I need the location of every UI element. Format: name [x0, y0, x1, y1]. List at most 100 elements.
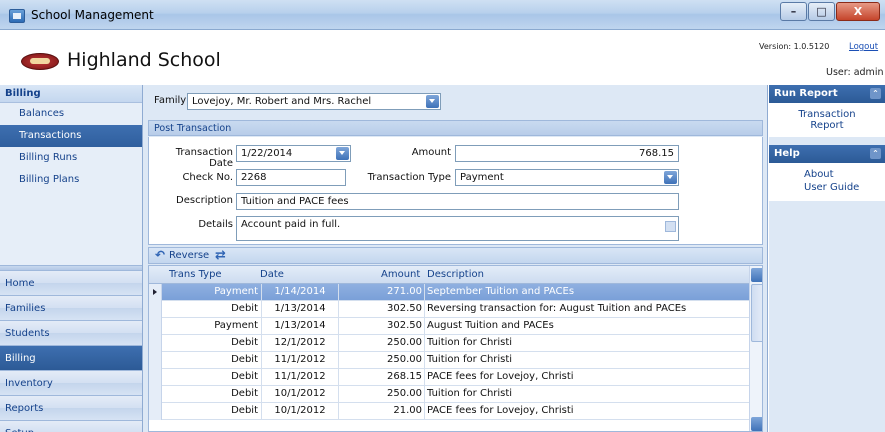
cell-trans-type: Debit: [231, 405, 258, 416]
window-title: School Management: [31, 8, 154, 22]
table-row[interactable]: Debit 11/1/2012 268.15 PACE fees for Lovejo…: [149, 369, 749, 386]
amount-field[interactable]: 768.15: [455, 145, 679, 162]
title-bar: School Management – □ X: [0, 0, 885, 30]
cell-amount: 302.50: [387, 320, 422, 331]
window-controls: – □ X: [779, 2, 880, 21]
transaction-date-picker[interactable]: 1/22/2014: [236, 145, 351, 162]
collapse-icon[interactable]: ⌃: [870, 88, 881, 99]
column-divider: [424, 352, 425, 369]
school-logo-icon: [21, 53, 59, 70]
row-indicator[interactable]: [149, 335, 162, 352]
column-header-description[interactable]: Description: [427, 269, 484, 280]
family-select[interactable]: Lovejoy, Mr. Robert and Mrs. Rachel: [187, 93, 441, 110]
cell-date: 12/1/2012: [274, 337, 326, 348]
run-report-title: Run Report: [774, 88, 838, 99]
help-title: Help: [774, 148, 800, 159]
section-inventory[interactable]: Inventory: [0, 371, 142, 396]
column-divider: [424, 335, 425, 352]
run-report-header[interactable]: Run Report ⌃: [769, 85, 885, 103]
reverse-button[interactable]: Reverse: [155, 248, 209, 262]
cell-trans-type: Debit: [231, 371, 258, 382]
row-indicator[interactable]: [149, 284, 162, 301]
transaction-date-label: Transaction Date: [175, 147, 233, 169]
scroll-thumb[interactable]: [751, 284, 762, 342]
user-guide-link[interactable]: User Guide: [769, 182, 885, 193]
minimize-button[interactable]: –: [780, 2, 807, 21]
family-select-value: Lovejoy, Mr. Robert and Mrs. Rachel: [192, 96, 372, 107]
table-row[interactable]: Debit 10/1/2012 21.00 PACE fees for Lovejoy…: [149, 403, 749, 420]
close-button[interactable]: X: [836, 2, 880, 21]
description-field[interactable]: Tuition and PACE fees: [236, 193, 679, 210]
table-row[interactable]: Payment 1/14/2014 271.00 September Tuition …: [149, 284, 749, 301]
logout-link[interactable]: Logout: [849, 42, 878, 52]
help-header[interactable]: Help ⌃: [769, 145, 885, 163]
nav-item-billing-plans[interactable]: Billing Plans: [0, 169, 142, 191]
cell-description: Tuition for Christi: [427, 354, 513, 365]
maximize-button[interactable]: □: [808, 2, 835, 21]
scroll-down-icon[interactable]: [751, 417, 762, 431]
nav-item-balances[interactable]: Balances: [0, 103, 142, 125]
run-report-body: Transaction Report: [769, 103, 885, 137]
column-header-amount[interactable]: Amount: [381, 269, 420, 280]
column-header-trans-type[interactable]: Trans Type: [169, 269, 222, 280]
transaction-date-value: 1/22/2014: [241, 148, 293, 159]
nav-item-transactions[interactable]: Transactions: [0, 125, 142, 147]
cell-date: 1/14/2014: [274, 286, 326, 297]
section-home[interactable]: Home: [0, 271, 142, 296]
transaction-type-select[interactable]: Payment: [455, 169, 679, 186]
row-indicator[interactable]: [149, 318, 162, 335]
section-setup[interactable]: Setup: [0, 421, 142, 432]
description-label: Description: [176, 195, 233, 206]
scroll-up-icon[interactable]: [665, 221, 676, 232]
transaction-report-link[interactable]: Transaction Report: [769, 109, 885, 131]
chevron-down-icon[interactable]: [664, 171, 677, 184]
cell-amount: 21.00: [393, 405, 422, 416]
column-divider: [424, 301, 425, 318]
row-indicator[interactable]: [149, 301, 162, 318]
nav-group-title: Billing: [0, 85, 142, 103]
nav-item-billing-runs[interactable]: Billing Runs: [0, 147, 142, 169]
column-divider: [424, 403, 425, 420]
check-no-field[interactable]: 2268: [236, 169, 346, 186]
school-name: Highland School: [67, 49, 221, 71]
details-field[interactable]: Account paid in full.: [236, 216, 679, 241]
cell-description: Tuition for Christi: [427, 337, 513, 348]
row-indicator[interactable]: [149, 386, 162, 403]
app-header: Highland School Version: 1.0.5120 Logout…: [0, 31, 885, 85]
cell-trans-type: Debit: [231, 354, 258, 365]
cell-amount: 268.15: [387, 371, 422, 382]
section-reports[interactable]: Reports: [0, 396, 142, 421]
cell-trans-type: Payment: [214, 286, 258, 297]
column-header-date[interactable]: Date: [260, 269, 284, 280]
section-students[interactable]: Students: [0, 321, 142, 346]
row-indicator[interactable]: [149, 352, 162, 369]
table-row[interactable]: Debit 1/13/2014 302.50 Reversing transactio…: [149, 301, 749, 318]
chevron-down-icon[interactable]: [426, 95, 439, 108]
main-panel: Family Lovejoy, Mr. Robert and Mrs. Rach…: [143, 85, 768, 432]
refresh-icon[interactable]: ⇄: [215, 248, 226, 263]
cell-amount: 250.00: [387, 337, 422, 348]
amount-label: Amount: [411, 147, 451, 158]
chevron-down-icon[interactable]: [336, 147, 349, 160]
about-link[interactable]: About: [769, 169, 885, 180]
cell-description: Reversing transaction for: August Tuitio…: [427, 303, 687, 314]
scroll-up-icon[interactable]: [751, 268, 762, 282]
cell-trans-type: Payment: [214, 320, 258, 331]
current-row-icon: [153, 289, 157, 295]
row-indicator[interactable]: [149, 403, 162, 420]
details-value: Account paid in full.: [241, 219, 341, 230]
table-row[interactable]: Debit 10/1/2012 250.00 Tuition for Christi: [149, 386, 749, 403]
grid-scrollbar[interactable]: [749, 266, 762, 431]
post-transaction-header: Post Transaction: [148, 120, 763, 136]
cell-date: 1/13/2014: [274, 320, 326, 331]
section-billing[interactable]: Billing: [0, 346, 142, 371]
section-families[interactable]: Families: [0, 296, 142, 321]
cell-description: August Tuition and PACEs: [427, 320, 554, 331]
right-panel: Run Report ⌃ Transaction Report Help ⌃ A…: [769, 85, 885, 432]
table-row[interactable]: Debit 12/1/2012 250.00 Tuition for Christi: [149, 335, 749, 352]
transaction-type-value: Payment: [460, 172, 504, 183]
collapse-icon[interactable]: ⌃: [870, 148, 881, 159]
row-indicator[interactable]: [149, 369, 162, 386]
table-row[interactable]: Payment 1/13/2014 302.50 August Tuition and…: [149, 318, 749, 335]
table-row[interactable]: Debit 11/1/2012 250.00 Tuition for Christi: [149, 352, 749, 369]
